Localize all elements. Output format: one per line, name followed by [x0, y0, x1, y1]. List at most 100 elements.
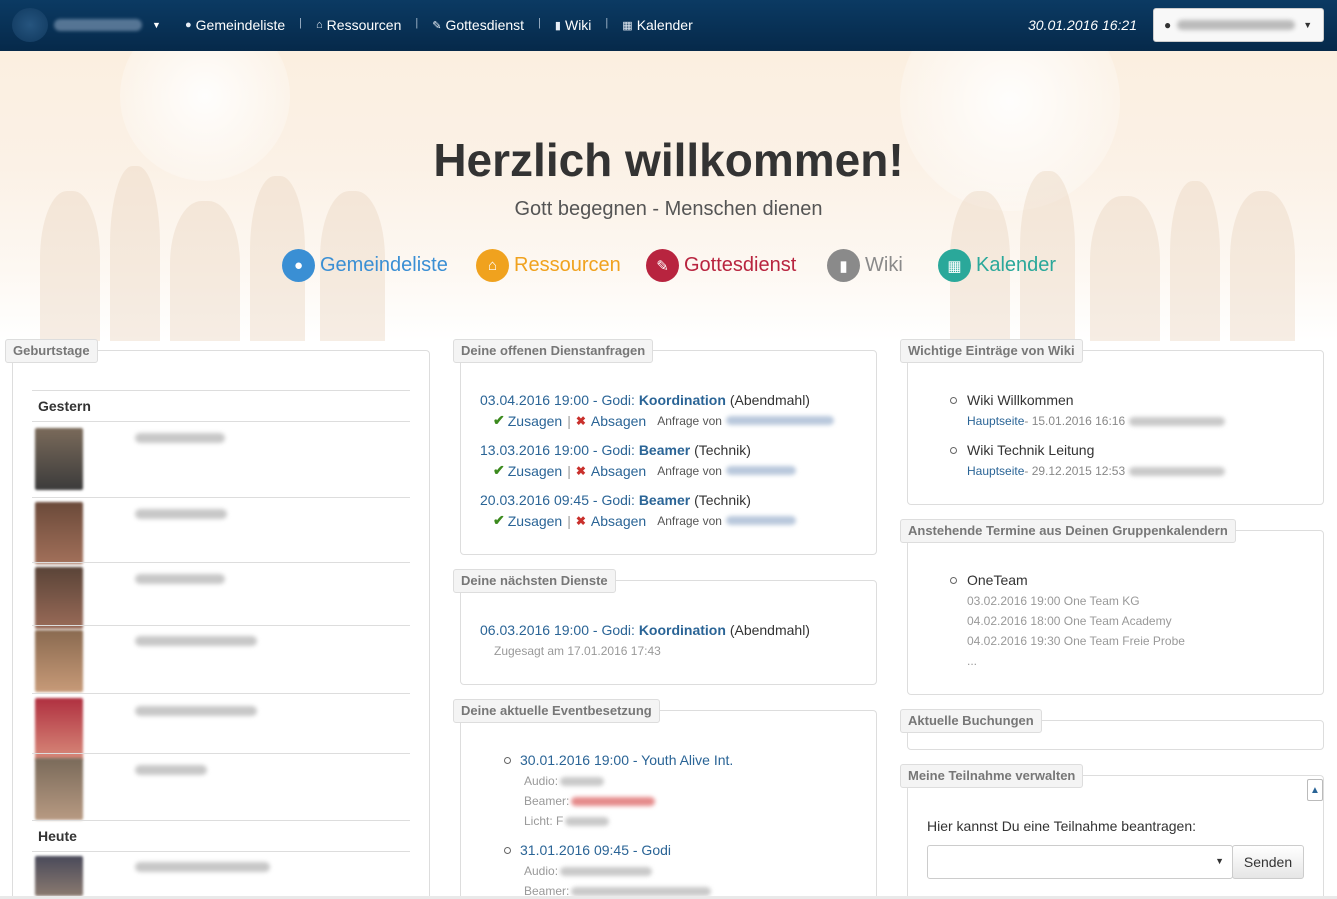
- quicklink-label: Gemeindeliste: [320, 254, 448, 276]
- author-blurred: [1129, 466, 1226, 476]
- birthday-name-blurred[interactable]: [135, 574, 225, 584]
- user-menu-button[interactable]: ● ▼: [1153, 8, 1324, 42]
- hero-banner: Herzlich willkommen! Gott begegnen - Men…: [0, 51, 1337, 341]
- birthday-name-blurred[interactable]: [135, 636, 257, 646]
- page-title: Herzlich willkommen!: [433, 134, 904, 186]
- role-label: Beamer:: [524, 794, 570, 808]
- chevron-up-icon[interactable]: ▲: [1307, 779, 1323, 801]
- quicklink-gemeindeliste[interactable]: ● Gemeindeliste: [282, 249, 448, 282]
- chevron-down-icon: ▼: [1303, 20, 1313, 30]
- request-event: Godi: [601, 442, 632, 458]
- bookings-legend: Aktuelle Buchungen: [900, 709, 1042, 733]
- event-item[interactable]: 31.01.2016 09:45 - Godi: [520, 842, 671, 858]
- wiki-entry-title[interactable]: Wiki Technik Leitung: [967, 442, 1094, 458]
- nav-ressourcen[interactable]: ⌂ Ressourcen: [316, 17, 401, 33]
- hero-light: [900, 51, 1120, 211]
- requester-blurred: [725, 416, 834, 425]
- calendar-entry[interactable]: 04.02.2016 19:30 One Team Freie Probe: [967, 634, 1185, 648]
- request-role: Beamer: [638, 442, 691, 458]
- request-item[interactable]: 20.03.2016 09:45 - Godi: Beamer (Technik…: [480, 492, 751, 508]
- wiki-page-link[interactable]: Hauptseite: [967, 464, 1024, 478]
- request-item[interactable]: 13.03.2016 19:00 - Godi: Beamer (Technik…: [480, 442, 751, 458]
- next-service-item[interactable]: 06.03.2016 19:00 - Godi: Koordination (A…: [480, 622, 810, 638]
- participation-select[interactable]: ▼: [927, 845, 1233, 879]
- accept-link[interactable]: Zusagen: [508, 463, 562, 479]
- service-area: (Abendmahl): [729, 622, 810, 638]
- quicklink-label: Gottesdienst: [684, 254, 797, 276]
- events-panel: [460, 710, 877, 899]
- page-subtitle: Gott begegnen - Menschen dienen: [514, 198, 823, 220]
- requester-blurred: [725, 466, 796, 475]
- wiki-legend: Wichtige Einträge von Wiki: [900, 339, 1083, 363]
- event-item[interactable]: 30.01.2016 19:00 - Youth Alive Int.: [520, 752, 733, 768]
- requests-legend: Deine offenen Dienstanfragen: [453, 339, 654, 363]
- nav-wiki[interactable]: ▮ Wiki: [555, 17, 592, 33]
- home-icon: ⌂: [316, 19, 323, 31]
- birthday-name-blurred[interactable]: [135, 509, 227, 519]
- person-blurred: [571, 796, 656, 806]
- avatar: [35, 698, 83, 760]
- close-icon: ✖: [575, 513, 586, 528]
- service-date: 06.03.2016 19:00: [480, 622, 589, 638]
- wiki-entry-meta: Hauptseite - 15.01.2016 16:16: [967, 414, 1226, 428]
- accept-link[interactable]: Zusagen: [508, 413, 562, 429]
- user-icon: ●: [185, 19, 192, 31]
- request-area: (Abendmahl): [729, 392, 810, 408]
- calendar-entry[interactable]: 03.02.2016 19:00 One Team KG: [967, 594, 1140, 608]
- nav-divider: |: [299, 17, 303, 29]
- wiki-entry-title[interactable]: Wiki Willkommen: [967, 392, 1074, 408]
- nav-label: Gemeindeliste: [195, 17, 286, 33]
- decline-link[interactable]: Absagen: [591, 463, 646, 479]
- role-label: Audio:: [524, 774, 559, 788]
- request-role: Beamer: [638, 492, 691, 508]
- calendar-icon: ▦: [938, 249, 971, 282]
- birthday-name-blurred[interactable]: [135, 706, 257, 716]
- birthday-name-blurred[interactable]: [135, 765, 207, 775]
- quicklink-wiki[interactable]: ▮ Wiki: [827, 249, 903, 282]
- event-role: Audio:: [524, 864, 653, 878]
- accept-link[interactable]: Zusagen: [508, 513, 562, 529]
- edit-icon: ✎: [646, 249, 679, 282]
- quicklink-kalender[interactable]: ▦ Kalender: [938, 249, 1056, 282]
- request-role: Koordination: [638, 392, 726, 408]
- request-from-label: Anfrage von: [657, 513, 722, 528]
- request-actions: ✔ Zusagen | ✖ Absagen Anfrage von: [493, 462, 796, 479]
- list-bullet: [950, 397, 957, 404]
- decline-link[interactable]: Absagen: [591, 513, 646, 529]
- send-button[interactable]: Senden: [1232, 845, 1304, 879]
- decline-link[interactable]: Absagen: [591, 413, 646, 429]
- nav-divider: |: [605, 17, 609, 29]
- user-icon: ●: [282, 249, 315, 282]
- avatar: [35, 856, 83, 896]
- divider: [32, 421, 410, 422]
- main-nav: ● Gemeindeliste | ⌂ Ressourcen | ✎ Gotte…: [185, 17, 693, 33]
- crowd-silhouette: [110, 166, 160, 341]
- calendar-panel: [907, 530, 1324, 695]
- nav-gottesdienst[interactable]: ✎ Gottesdienst: [432, 17, 524, 33]
- nav-gemeindeliste[interactable]: ● Gemeindeliste: [185, 17, 285, 33]
- brand-name-blurred: [54, 19, 142, 31]
- request-item[interactable]: 03.04.2016 19:00 - Godi: Koordination (A…: [480, 392, 810, 408]
- quicklink-ressourcen[interactable]: ⌂ Ressourcen: [476, 249, 621, 282]
- birthday-name-blurred[interactable]: [135, 433, 225, 443]
- birthdays-today-heading: Heute: [38, 828, 77, 844]
- service-event: Godi: [601, 622, 632, 638]
- divider: [32, 390, 410, 391]
- event-role: Audio:: [524, 774, 605, 788]
- calendar-group: OneTeam: [967, 572, 1028, 588]
- check-icon: ✔: [493, 462, 505, 478]
- request-date: 13.03.2016 19:00: [480, 442, 589, 458]
- current-datetime: 30.01.2016 16:21: [1028, 17, 1137, 33]
- quicklink-gottesdienst[interactable]: ✎ Gottesdienst: [646, 249, 796, 282]
- nav-divider: |: [538, 17, 541, 29]
- avatar: [35, 567, 83, 629]
- role-label: Audio:: [524, 864, 559, 878]
- calendar-entry[interactable]: 04.02.2016 18:00 One Team Academy: [967, 614, 1172, 628]
- nav-kalender[interactable]: ▦ Kalender: [622, 17, 692, 33]
- participation-legend: Meine Teilnahme verwalten: [900, 764, 1084, 788]
- divider: [32, 851, 410, 852]
- birthday-name-blurred[interactable]: [135, 862, 270, 872]
- service-confirmed-text: Zugesagt am 17.01.2016 17:43: [494, 644, 661, 658]
- brand-menu[interactable]: ▼: [12, 8, 161, 42]
- wiki-page-link[interactable]: Hauptseite: [967, 414, 1024, 428]
